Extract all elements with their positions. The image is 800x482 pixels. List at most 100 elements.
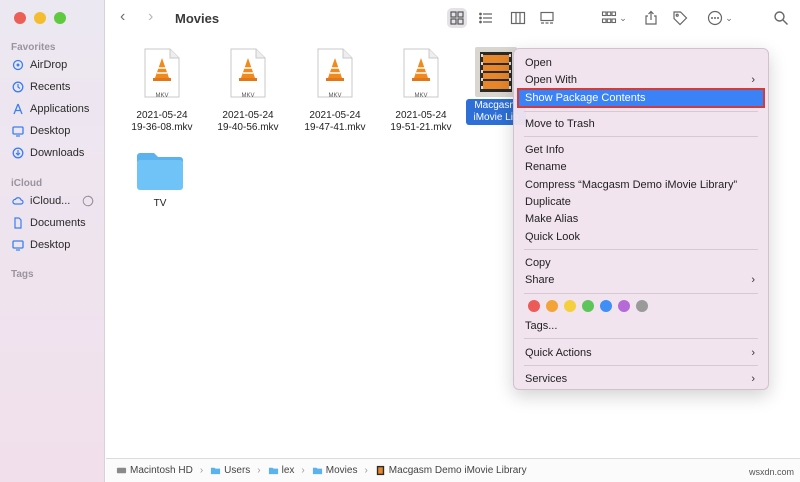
menu-item-make-alias[interactable]: Make Alias	[519, 211, 763, 227]
sidebar-item-applications[interactable]: Applications	[12, 100, 104, 118]
share-icon	[645, 10, 657, 25]
tag-color-purple[interactable]	[618, 300, 630, 312]
sidebar-item-recents[interactable]: Recents	[12, 78, 104, 96]
path-segment-movies[interactable]: Movies	[312, 465, 357, 476]
menu-item-label: Open With	[525, 74, 577, 86]
menu-item-move-to-trash[interactable]: Move to Trash	[519, 116, 763, 132]
menu-item-label: Show Package Contents	[525, 92, 646, 104]
sidebar-item-downloads[interactable]: Downloads	[12, 144, 104, 162]
tag-icon	[673, 11, 688, 26]
menu-item-get-info[interactable]: Get Info	[519, 142, 763, 158]
file-item[interactable]: MKV 2021-05-24 19-40-56.mkv	[208, 48, 288, 134]
tag-color-orange[interactable]	[546, 300, 558, 312]
sidebar-item-documents[interactable]: Documents	[12, 214, 104, 232]
close-window-button[interactable]	[14, 12, 26, 24]
sidebar-item-airdrop[interactable]: AirDrop	[12, 56, 104, 74]
sidebar-item-desktop[interactable]: Desktop	[12, 122, 104, 140]
share-button[interactable]	[641, 8, 661, 28]
tag-color-blue[interactable]	[600, 300, 612, 312]
tag-color-red[interactable]	[528, 300, 540, 312]
airdrop-icon	[12, 59, 24, 71]
menu-item-label: Rename	[525, 161, 567, 173]
path-segment-users[interactable]: Users	[210, 465, 250, 476]
file-name-line1: 2021-05-24	[395, 110, 447, 121]
tag-color-green[interactable]	[582, 300, 594, 312]
path-separator-icon: ›	[257, 465, 261, 476]
tag-button[interactable]	[670, 8, 690, 28]
desktop-icon	[12, 240, 24, 251]
menu-item-copy[interactable]: Copy	[519, 255, 763, 271]
file-type-badge: MKV	[241, 93, 255, 99]
zoom-window-button[interactable]	[54, 12, 66, 24]
menu-separator	[524, 365, 758, 366]
path-segment-imovie-library[interactable]: Macgasm Demo iMovie Library	[375, 465, 527, 476]
menu-item-share[interactable]: Share ›	[519, 272, 763, 288]
sidebar-item-icloud-drive[interactable]: iCloud...	[12, 192, 104, 210]
menu-item-rename[interactable]: Rename	[519, 159, 763, 175]
menu-item-label: Quick Actions	[525, 347, 592, 359]
storage-progress-icon	[83, 195, 94, 207]
menu-item-label: Open	[525, 57, 552, 69]
file-item[interactable]: MKV 2021-05-24 19-36-08.mkv	[122, 48, 202, 134]
path-segment-macintosh-hd[interactable]: Macintosh HD	[116, 465, 193, 476]
group-by-button[interactable]: ⌄	[598, 8, 630, 28]
imovie-library-icon	[475, 47, 517, 97]
file-name-line2: 19-40-56.mkv	[217, 122, 279, 133]
sidebar-item-label: iCloud...	[30, 195, 71, 207]
watermark: wsxdn.com	[748, 467, 794, 477]
menu-separator	[524, 338, 758, 339]
file-name-line1: 2021-05-24	[309, 110, 361, 121]
grid-icon	[450, 11, 464, 25]
sidebar-item-label: Desktop	[30, 239, 71, 251]
menu-item-label: Make Alias	[525, 213, 579, 225]
view-icons-button[interactable]	[447, 8, 467, 28]
menu-item-tags[interactable]: Tags...	[519, 318, 763, 334]
window-controls	[14, 12, 66, 24]
file-item[interactable]: MKV 2021-05-24 19-51-21.mkv	[381, 48, 461, 134]
menu-separator	[524, 249, 758, 250]
view-list-button[interactable]	[476, 8, 496, 28]
chevron-down-icon: ⌄	[725, 12, 733, 23]
home-folder-icon	[268, 467, 278, 475]
file-item[interactable]: MKV 2021-05-24 19-47-41.mkv	[295, 48, 375, 134]
path-segment-lex[interactable]: lex	[268, 465, 294, 476]
menu-item-quick-look[interactable]: Quick Look	[519, 229, 763, 245]
sidebar-item-icloud-desktop[interactable]: Desktop	[12, 236, 104, 254]
sidebar-item-label: Documents	[30, 217, 86, 229]
menu-item-label: Services	[525, 373, 568, 385]
menu-item-show-package-contents[interactable]: Show Package Contents	[517, 88, 765, 108]
back-button[interactable]: ‹	[120, 8, 125, 26]
applications-icon	[13, 103, 23, 115]
menu-item-quick-actions[interactable]: Quick Actions ›	[519, 345, 763, 361]
menu-item-duplicate[interactable]: Duplicate	[519, 194, 763, 210]
folder-item[interactable]: TV	[120, 150, 200, 210]
search-button[interactable]	[771, 8, 791, 28]
tag-color-yellow[interactable]	[564, 300, 576, 312]
clock-icon	[12, 81, 24, 93]
group-grid-icon	[602, 11, 617, 24]
path-separator-icon: ›	[199, 465, 204, 476]
sidebar-item-label: Recents	[30, 81, 71, 93]
chevron-right-icon: ›	[751, 274, 755, 286]
menu-item-open[interactable]: Open	[519, 55, 763, 71]
minimize-window-button[interactable]	[34, 12, 46, 24]
file-name-line2: 19-47-41.mkv	[304, 122, 366, 133]
more-actions-button[interactable]: ⌄	[704, 8, 736, 28]
sidebar-header-icloud: iCloud	[11, 178, 43, 189]
hard-drive-icon	[116, 467, 127, 474]
tag-color-gray[interactable]	[636, 300, 648, 312]
chevron-right-icon: ›	[148, 8, 154, 25]
menu-separator	[524, 111, 758, 112]
menu-item-open-with[interactable]: Open With ›	[519, 72, 763, 88]
columns-icon	[510, 11, 526, 25]
view-columns-button[interactable]	[508, 8, 528, 28]
chevron-right-icon: ›	[751, 347, 755, 359]
menu-item-compress[interactable]: Compress “Macgasm Demo iMovie Library”	[519, 177, 763, 193]
forward-button[interactable]: ›	[148, 8, 153, 26]
downloads-icon	[12, 147, 24, 159]
chevron-right-icon: ›	[751, 373, 755, 385]
imovie-library-icon	[376, 465, 384, 476]
view-gallery-button[interactable]	[537, 8, 557, 28]
menu-separator	[524, 136, 758, 137]
menu-item-services[interactable]: Services ›	[519, 371, 763, 387]
